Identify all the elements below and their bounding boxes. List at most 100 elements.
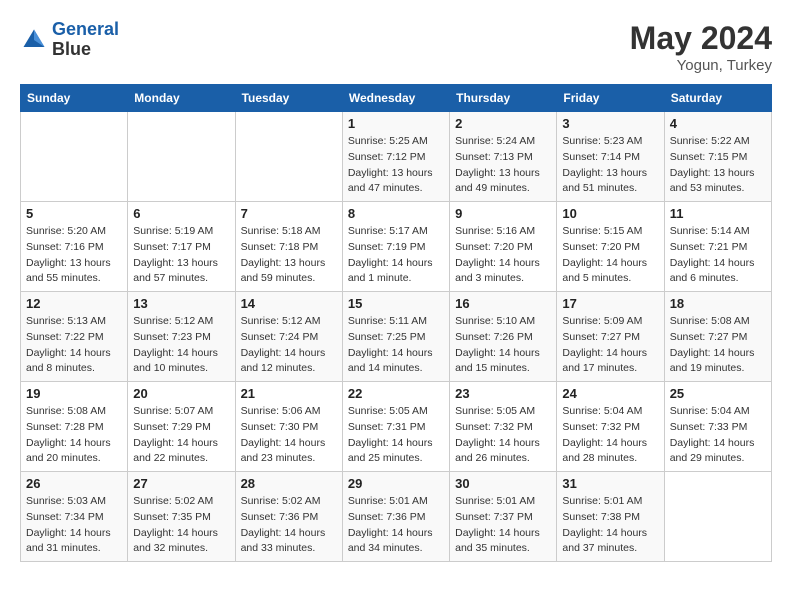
day-number: 7 <box>241 206 337 221</box>
day-number: 21 <box>241 386 337 401</box>
day-number: 1 <box>348 116 444 131</box>
calendar-cell: 6 Sunrise: 5:19 AM Sunset: 7:17 PM Daylig… <box>128 202 235 292</box>
day-number: 12 <box>26 296 122 311</box>
day-info: Sunrise: 5:22 AM Sunset: 7:15 PM Dayligh… <box>670 134 766 197</box>
day-info: Sunrise: 5:06 AM Sunset: 7:30 PM Dayligh… <box>241 404 337 467</box>
day-info: Sunrise: 5:04 AM Sunset: 7:32 PM Dayligh… <box>562 404 658 467</box>
weekday-header-row: SundayMondayTuesdayWednesdayThursdayFrid… <box>21 85 772 112</box>
weekday-header-tuesday: Tuesday <box>235 85 342 112</box>
calendar-week-0: 1 Sunrise: 5:25 AM Sunset: 7:12 PM Daylig… <box>21 112 772 202</box>
calendar-cell: 10Sunrise: 5:15 AM Sunset: 7:20 PM Dayli… <box>557 202 664 292</box>
day-info: Sunrise: 5:17 AM Sunset: 7:19 PM Dayligh… <box>348 224 444 287</box>
calendar-table: SundayMondayTuesdayWednesdayThursdayFrid… <box>20 84 772 562</box>
day-info: Sunrise: 5:25 AM Sunset: 7:12 PM Dayligh… <box>348 134 444 197</box>
calendar-cell: 23Sunrise: 5:05 AM Sunset: 7:32 PM Dayli… <box>450 382 557 472</box>
day-number: 23 <box>455 386 551 401</box>
weekday-header-thursday: Thursday <box>450 85 557 112</box>
day-number: 4 <box>670 116 766 131</box>
day-info: Sunrise: 5:12 AM Sunset: 7:23 PM Dayligh… <box>133 314 229 377</box>
calendar-cell: 4 Sunrise: 5:22 AM Sunset: 7:15 PM Daylig… <box>664 112 771 202</box>
calendar-cell <box>21 112 128 202</box>
day-number: 8 <box>348 206 444 221</box>
weekday-header-saturday: Saturday <box>664 85 771 112</box>
day-number: 24 <box>562 386 658 401</box>
page-header: General Blue May 2024 Yogun, Turkey <box>20 20 772 74</box>
day-info: Sunrise: 5:14 AM Sunset: 7:21 PM Dayligh… <box>670 224 766 287</box>
day-number: 16 <box>455 296 551 311</box>
calendar-week-1: 5Sunrise: 5:20 AM Sunset: 7:16 PM Daylig… <box>21 202 772 292</box>
day-number: 31 <box>562 476 658 491</box>
day-info: Sunrise: 5:01 AM Sunset: 7:36 PM Dayligh… <box>348 494 444 557</box>
calendar-cell: 1 Sunrise: 5:25 AM Sunset: 7:12 PM Daylig… <box>342 112 449 202</box>
calendar-cell: 21 Sunrise: 5:06 AM Sunset: 7:30 PM Dayli… <box>235 382 342 472</box>
day-info: Sunrise: 5:20 AM Sunset: 7:16 PM Dayligh… <box>26 224 122 287</box>
calendar-cell: 26 Sunrise: 5:03 AM Sunset: 7:34 PM Dayli… <box>21 472 128 562</box>
weekday-header-friday: Friday <box>557 85 664 112</box>
day-info: Sunrise: 5:19 AM Sunset: 7:17 PM Dayligh… <box>133 224 229 287</box>
calendar-cell: 9Sunrise: 5:16 AM Sunset: 7:20 PM Daylig… <box>450 202 557 292</box>
logo-line2: Blue <box>52 40 119 60</box>
logo: General Blue <box>20 20 119 60</box>
day-number: 30 <box>455 476 551 491</box>
calendar-cell: 20Sunrise: 5:07 AM Sunset: 7:29 PM Dayli… <box>128 382 235 472</box>
day-info: Sunrise: 5:09 AM Sunset: 7:27 PM Dayligh… <box>562 314 658 377</box>
day-info: Sunrise: 5:15 AM Sunset: 7:20 PM Dayligh… <box>562 224 658 287</box>
title-block: May 2024 Yogun, Turkey <box>630 20 772 74</box>
weekday-header-monday: Monday <box>128 85 235 112</box>
calendar-cell: 28 Sunrise: 5:02 AM Sunset: 7:36 PM Dayli… <box>235 472 342 562</box>
day-info: Sunrise: 5:02 AM Sunset: 7:36 PM Dayligh… <box>241 494 337 557</box>
calendar-week-2: 12 Sunrise: 5:13 AM Sunset: 7:22 PM Dayli… <box>21 292 772 382</box>
day-number: 3 <box>562 116 658 131</box>
logo-line1: General <box>52 19 119 39</box>
day-info: Sunrise: 5:08 AM Sunset: 7:28 PM Dayligh… <box>26 404 122 467</box>
calendar-week-4: 26 Sunrise: 5:03 AM Sunset: 7:34 PM Dayli… <box>21 472 772 562</box>
day-info: Sunrise: 5:13 AM Sunset: 7:22 PM Dayligh… <box>26 314 122 377</box>
logo-icon <box>20 26 48 54</box>
calendar-cell: 24 Sunrise: 5:04 AM Sunset: 7:32 PM Dayli… <box>557 382 664 472</box>
calendar-cell: 16Sunrise: 5:10 AM Sunset: 7:26 PM Dayli… <box>450 292 557 382</box>
day-number: 18 <box>670 296 766 311</box>
location: Yogun, Turkey <box>630 57 772 74</box>
day-number: 6 <box>133 206 229 221</box>
calendar-cell <box>128 112 235 202</box>
day-number: 17 <box>562 296 658 311</box>
day-info: Sunrise: 5:03 AM Sunset: 7:34 PM Dayligh… <box>26 494 122 557</box>
day-info: Sunrise: 5:05 AM Sunset: 7:31 PM Dayligh… <box>348 404 444 467</box>
day-info: Sunrise: 5:23 AM Sunset: 7:14 PM Dayligh… <box>562 134 658 197</box>
day-number: 29 <box>348 476 444 491</box>
calendar-cell: 18 Sunrise: 5:08 AM Sunset: 7:27 PM Dayli… <box>664 292 771 382</box>
calendar-cell: 12 Sunrise: 5:13 AM Sunset: 7:22 PM Dayli… <box>21 292 128 382</box>
calendar-cell: 31Sunrise: 5:01 AM Sunset: 7:38 PM Dayli… <box>557 472 664 562</box>
day-number: 22 <box>348 386 444 401</box>
calendar-cell: 11Sunrise: 5:14 AM Sunset: 7:21 PM Dayli… <box>664 202 771 292</box>
calendar-week-3: 19Sunrise: 5:08 AM Sunset: 7:28 PM Dayli… <box>21 382 772 472</box>
calendar-cell <box>235 112 342 202</box>
day-number: 9 <box>455 206 551 221</box>
calendar-cell: 17 Sunrise: 5:09 AM Sunset: 7:27 PM Dayli… <box>557 292 664 382</box>
calendar-cell: 25 Sunrise: 5:04 AM Sunset: 7:33 PM Dayli… <box>664 382 771 472</box>
day-number: 26 <box>26 476 122 491</box>
calendar-cell: 13Sunrise: 5:12 AM Sunset: 7:23 PM Dayli… <box>128 292 235 382</box>
calendar-cell: 14 Sunrise: 5:12 AM Sunset: 7:24 PM Dayli… <box>235 292 342 382</box>
day-info: Sunrise: 5:04 AM Sunset: 7:33 PM Dayligh… <box>670 404 766 467</box>
calendar-cell: 30Sunrise: 5:01 AM Sunset: 7:37 PM Dayli… <box>450 472 557 562</box>
day-number: 2 <box>455 116 551 131</box>
calendar-cell: 19Sunrise: 5:08 AM Sunset: 7:28 PM Dayli… <box>21 382 128 472</box>
day-info: Sunrise: 5:18 AM Sunset: 7:18 PM Dayligh… <box>241 224 337 287</box>
calendar-cell: 22 Sunrise: 5:05 AM Sunset: 7:31 PM Dayli… <box>342 382 449 472</box>
day-info: Sunrise: 5:24 AM Sunset: 7:13 PM Dayligh… <box>455 134 551 197</box>
day-info: Sunrise: 5:07 AM Sunset: 7:29 PM Dayligh… <box>133 404 229 467</box>
day-info: Sunrise: 5:11 AM Sunset: 7:25 PM Dayligh… <box>348 314 444 377</box>
day-number: 28 <box>241 476 337 491</box>
day-info: Sunrise: 5:08 AM Sunset: 7:27 PM Dayligh… <box>670 314 766 377</box>
day-number: 15 <box>348 296 444 311</box>
day-number: 14 <box>241 296 337 311</box>
calendar-cell: 8 Sunrise: 5:17 AM Sunset: 7:19 PM Daylig… <box>342 202 449 292</box>
calendar-cell: 27Sunrise: 5:02 AM Sunset: 7:35 PM Dayli… <box>128 472 235 562</box>
day-number: 25 <box>670 386 766 401</box>
weekday-header-wednesday: Wednesday <box>342 85 449 112</box>
calendar-cell: 5Sunrise: 5:20 AM Sunset: 7:16 PM Daylig… <box>21 202 128 292</box>
calendar-cell: 3 Sunrise: 5:23 AM Sunset: 7:14 PM Daylig… <box>557 112 664 202</box>
day-info: Sunrise: 5:12 AM Sunset: 7:24 PM Dayligh… <box>241 314 337 377</box>
month-year: May 2024 <box>630 20 772 57</box>
